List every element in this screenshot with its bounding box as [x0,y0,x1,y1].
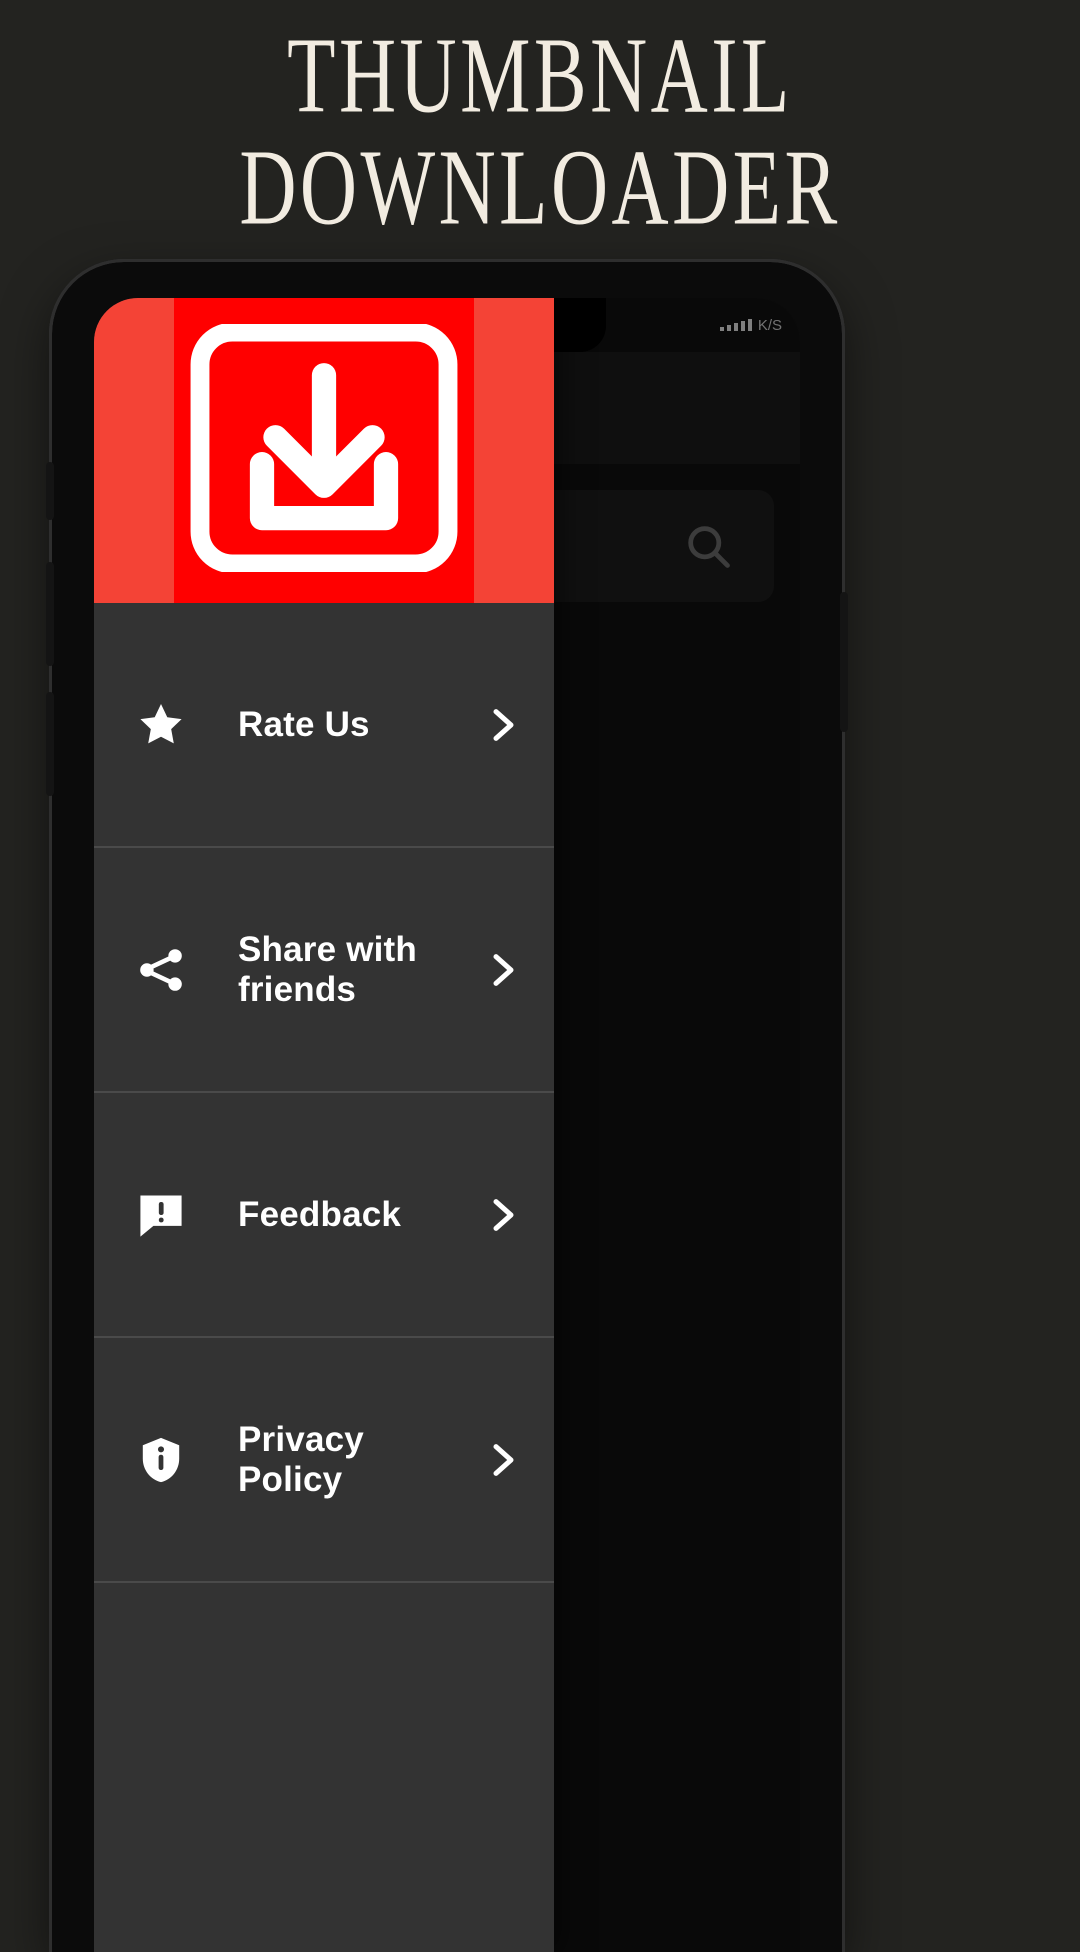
drawer-item-label: Feedback [238,1194,402,1234]
phone-mockup: 9:41 AM K/S [46,259,848,1952]
drawer-item-label: Share with friends [238,929,417,1009]
phone-volume-down-button[interactable] [46,692,54,796]
feedback-icon [128,1189,194,1241]
star-icon [128,699,194,751]
phone-power-button[interactable] [840,592,848,732]
status-bar-right: K/S [719,316,782,334]
drawer-item-label: Rate Us [238,704,370,744]
page-title: THUMBNAIL DOWNLOADER [0,14,1080,242]
drawer-item-label: Privacy Policy [238,1419,364,1499]
search-icon[interactable] [682,520,734,572]
drawer-empty-space [94,1583,554,1952]
drawer-item-privacy-policy[interactable]: Privacy Policy [94,1338,554,1583]
phone-mute-switch[interactable] [46,462,54,520]
navigation-drawer: Rate Us Share with friends Feedback Priv… [94,298,554,1952]
signal-bars-icon [719,319,752,331]
phone-volume-up-button[interactable] [46,562,54,666]
page-title-line-1: THUMBNAIL [287,14,793,136]
shield-info-icon [128,1434,194,1486]
drawer-item-rate-us[interactable]: Rate Us [94,603,554,848]
chevron-right-icon [476,1440,526,1480]
chevron-right-icon [476,705,526,745]
chevron-right-icon [476,1195,526,1235]
phone-screen: 9:41 AM K/S [94,298,800,1952]
drawer-header [94,298,554,603]
network-speed-label: K/S [757,316,782,334]
download-icon [189,322,459,577]
chevron-right-icon [476,950,526,990]
drawer-item-share[interactable]: Share with friends [94,848,554,1093]
drawer-item-feedback[interactable]: Feedback [94,1093,554,1338]
page-title-line-2: DOWNLOADER [239,127,841,248]
share-icon [128,944,194,996]
